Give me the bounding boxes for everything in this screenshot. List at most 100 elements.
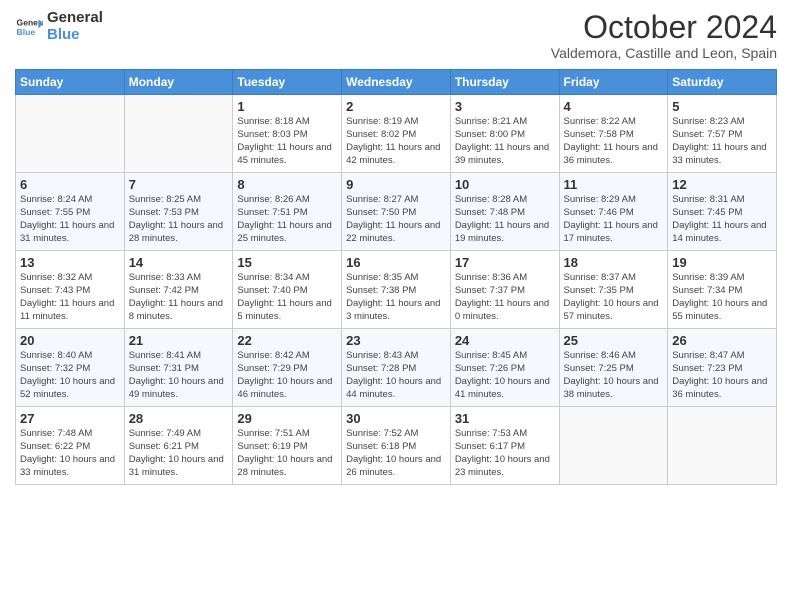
- logo-wordmark: General Blue: [47, 10, 103, 43]
- calendar-cell: 17Sunrise: 8:36 AM Sunset: 7:37 PM Dayli…: [450, 251, 559, 329]
- calendar-cell: 13 Sunrise: 8:32 AM Sunset: 7:43 PM Dayli…: [16, 251, 125, 329]
- calendar-cell: 18 Sunrise: 8:37 AM Sunset: 7:35 PM Dayli…: [559, 251, 668, 329]
- calendar-cell: 24 Sunrise: 8:45 AM Sunset: 7:26 PM Dayli…: [450, 329, 559, 407]
- day-number: 18: [564, 255, 664, 270]
- cell-text: Sunrise: 8:18 AM Sunset: 8:03 PM Dayligh…: [237, 116, 337, 167]
- calendar-cell: 7 Sunrise: 8:25 AM Sunset: 7:53 PM Daylig…: [124, 173, 233, 251]
- header: General Blue General Blue October 2024 V…: [15, 10, 777, 61]
- cell-text: Sunrise: 8:24 AM Sunset: 7:55 PM Dayligh…: [20, 194, 120, 245]
- day-of-week-row: SundayMondayTuesdayWednesdayThursdayFrid…: [16, 70, 777, 95]
- week-row-3: 13 Sunrise: 8:32 AM Sunset: 7:43 PM Dayli…: [16, 251, 777, 329]
- calendar-cell: 6 Sunrise: 8:24 AM Sunset: 7:55 PM Daylig…: [16, 173, 125, 251]
- week-row-2: 6 Sunrise: 8:24 AM Sunset: 7:55 PM Daylig…: [16, 173, 777, 251]
- day-number: 6: [20, 177, 120, 192]
- dow-header-saturday: Saturday: [668, 70, 777, 95]
- dow-header-friday: Friday: [559, 70, 668, 95]
- cell-text: Sunrise: 7:48 AM Sunset: 6:22 PM Dayligh…: [20, 428, 120, 479]
- day-number: 24: [455, 333, 555, 348]
- calendar-cell: 27 Sunrise: 7:48 AM Sunset: 6:22 PM Dayli…: [16, 407, 125, 485]
- cell-text: Sunrise: 8:19 AM Sunset: 8:02 PM Dayligh…: [346, 116, 446, 167]
- title-block: October 2024 Valdemora, Castille and Leo…: [551, 10, 777, 61]
- calendar-cell: 8 Sunrise: 8:26 AM Sunset: 7:51 PM Daylig…: [233, 173, 342, 251]
- day-number: 10: [455, 177, 555, 192]
- cell-text: Sunrise: 7:51 AM Sunset: 6:19 PM Dayligh…: [237, 428, 337, 479]
- calendar-cell: 2 Sunrise: 8:19 AM Sunset: 8:02 PM Daylig…: [342, 95, 451, 173]
- calendar-cell: 1 Sunrise: 8:18 AM Sunset: 8:03 PM Daylig…: [233, 95, 342, 173]
- dow-header-sunday: Sunday: [16, 70, 125, 95]
- calendar-cell: 3Sunrise: 8:21 AM Sunset: 8:00 PM Daylig…: [450, 95, 559, 173]
- day-number: 28: [129, 411, 229, 426]
- calendar-cell: 31Sunrise: 7:53 AM Sunset: 6:17 PM Dayli…: [450, 407, 559, 485]
- calendar-cell: [559, 407, 668, 485]
- calendar-cell: 21Sunrise: 8:41 AM Sunset: 7:31 PM Dayli…: [124, 329, 233, 407]
- cell-text: Sunrise: 8:31 AM Sunset: 7:45 PM Dayligh…: [672, 194, 772, 245]
- cell-text: Sunrise: 8:45 AM Sunset: 7:26 PM Dayligh…: [455, 350, 555, 401]
- cell-text: Sunrise: 8:26 AM Sunset: 7:51 PM Dayligh…: [237, 194, 337, 245]
- day-number: 12: [672, 177, 772, 192]
- cell-text: Sunrise: 8:34 AM Sunset: 7:40 PM Dayligh…: [237, 272, 337, 323]
- cell-text: Sunrise: 8:40 AM Sunset: 7:32 PM Dayligh…: [20, 350, 120, 401]
- day-number: 1: [237, 99, 337, 114]
- calendar-cell: 9Sunrise: 8:27 AM Sunset: 7:50 PM Daylig…: [342, 173, 451, 251]
- cell-text: Sunrise: 7:49 AM Sunset: 6:21 PM Dayligh…: [129, 428, 229, 479]
- dow-header-thursday: Thursday: [450, 70, 559, 95]
- cell-text: Sunrise: 8:47 AM Sunset: 7:23 PM Dayligh…: [672, 350, 772, 401]
- calendar-cell: 16Sunrise: 8:35 AM Sunset: 7:38 PM Dayli…: [342, 251, 451, 329]
- cell-text: Sunrise: 8:29 AM Sunset: 7:46 PM Dayligh…: [564, 194, 664, 245]
- day-number: 9: [346, 177, 446, 192]
- day-number: 8: [237, 177, 337, 192]
- cell-text: Sunrise: 8:25 AM Sunset: 7:53 PM Dayligh…: [129, 194, 229, 245]
- calendar-cell: 19 Sunrise: 8:39 AM Sunset: 7:34 PM Dayli…: [668, 251, 777, 329]
- calendar-cell: 4 Sunrise: 8:22 AM Sunset: 7:58 PM Daylig…: [559, 95, 668, 173]
- calendar-table: SundayMondayTuesdayWednesdayThursdayFrid…: [15, 69, 777, 485]
- day-number: 27: [20, 411, 120, 426]
- cell-text: Sunrise: 8:41 AM Sunset: 7:31 PM Dayligh…: [129, 350, 229, 401]
- cell-text: Sunrise: 8:32 AM Sunset: 7:43 PM Dayligh…: [20, 272, 120, 323]
- page: General Blue General Blue October 2024 V…: [0, 0, 792, 612]
- calendar-cell: 25 Sunrise: 8:46 AM Sunset: 7:25 PM Dayli…: [559, 329, 668, 407]
- cell-text: Sunrise: 8:39 AM Sunset: 7:34 PM Dayligh…: [672, 272, 772, 323]
- day-number: 3: [455, 99, 555, 114]
- week-row-1: 1 Sunrise: 8:18 AM Sunset: 8:03 PM Daylig…: [16, 95, 777, 173]
- calendar-body: 1 Sunrise: 8:18 AM Sunset: 8:03 PM Daylig…: [16, 95, 777, 485]
- cell-text: Sunrise: 8:23 AM Sunset: 7:57 PM Dayligh…: [672, 116, 772, 167]
- cell-text: Sunrise: 8:35 AM Sunset: 7:38 PM Dayligh…: [346, 272, 446, 323]
- calendar-cell: 11 Sunrise: 8:29 AM Sunset: 7:46 PM Dayli…: [559, 173, 668, 251]
- location-title: Valdemora, Castille and Leon, Spain: [551, 45, 777, 61]
- day-number: 17: [455, 255, 555, 270]
- dow-header-wednesday: Wednesday: [342, 70, 451, 95]
- day-number: 29: [237, 411, 337, 426]
- calendar-cell: 14Sunrise: 8:33 AM Sunset: 7:42 PM Dayli…: [124, 251, 233, 329]
- dow-header-tuesday: Tuesday: [233, 70, 342, 95]
- cell-text: Sunrise: 8:46 AM Sunset: 7:25 PM Dayligh…: [564, 350, 664, 401]
- logo-icon: General Blue: [15, 13, 43, 41]
- day-number: 4: [564, 99, 664, 114]
- day-number: 23: [346, 333, 446, 348]
- day-number: 26: [672, 333, 772, 348]
- calendar-cell: 23 Sunrise: 8:43 AM Sunset: 7:28 PM Dayli…: [342, 329, 451, 407]
- day-number: 2: [346, 99, 446, 114]
- cell-text: Sunrise: 8:43 AM Sunset: 7:28 PM Dayligh…: [346, 350, 446, 401]
- day-number: 7: [129, 177, 229, 192]
- calendar-cell: 12 Sunrise: 8:31 AM Sunset: 7:45 PM Dayli…: [668, 173, 777, 251]
- calendar-cell: 28 Sunrise: 7:49 AM Sunset: 6:21 PM Dayli…: [124, 407, 233, 485]
- svg-text:Blue: Blue: [17, 26, 36, 36]
- dow-header-monday: Monday: [124, 70, 233, 95]
- calendar-cell: [16, 95, 125, 173]
- day-number: 15: [237, 255, 337, 270]
- cell-text: Sunrise: 8:22 AM Sunset: 7:58 PM Dayligh…: [564, 116, 664, 167]
- calendar-cell: 10Sunrise: 8:28 AM Sunset: 7:48 PM Dayli…: [450, 173, 559, 251]
- day-number: 11: [564, 177, 664, 192]
- calendar-cell: 26 Sunrise: 8:47 AM Sunset: 7:23 PM Dayli…: [668, 329, 777, 407]
- day-number: 25: [564, 333, 664, 348]
- day-number: 19: [672, 255, 772, 270]
- day-number: 5: [672, 99, 772, 114]
- day-number: 13: [20, 255, 120, 270]
- week-row-4: 20 Sunrise: 8:40 AM Sunset: 7:32 PM Dayli…: [16, 329, 777, 407]
- cell-text: Sunrise: 8:33 AM Sunset: 7:42 PM Dayligh…: [129, 272, 229, 323]
- calendar-cell: 5 Sunrise: 8:23 AM Sunset: 7:57 PM Daylig…: [668, 95, 777, 173]
- month-title: October 2024: [551, 10, 777, 45]
- cell-text: Sunrise: 8:37 AM Sunset: 7:35 PM Dayligh…: [564, 272, 664, 323]
- day-number: 20: [20, 333, 120, 348]
- cell-text: Sunrise: 7:52 AM Sunset: 6:18 PM Dayligh…: [346, 428, 446, 479]
